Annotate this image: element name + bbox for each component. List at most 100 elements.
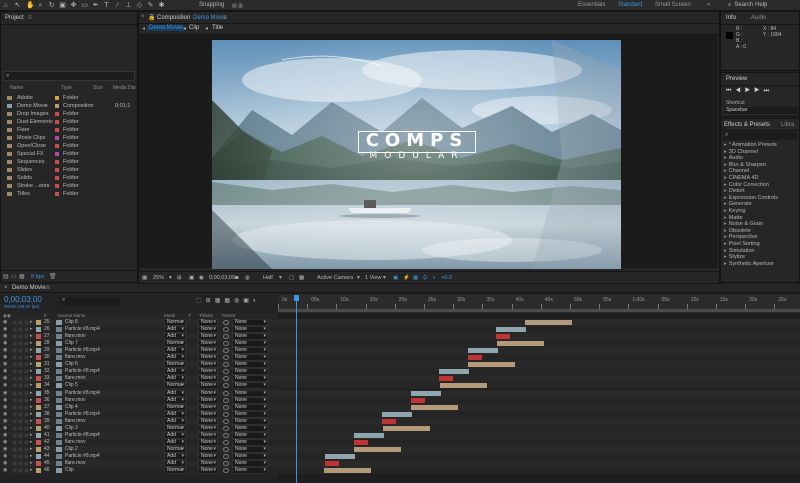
- parent-dropdown[interactable]: None: [232, 452, 268, 460]
- col-size[interactable]: Size: [93, 85, 103, 91]
- track-matte-dropdown[interactable]: None: [198, 326, 218, 334]
- puppet-tool-icon[interactable]: ✱: [158, 2, 165, 9]
- parent-pickwhip-icon[interactable]: [223, 334, 229, 340]
- label-color[interactable]: [36, 404, 41, 410]
- view-layout-dropdown[interactable]: 1 View: [365, 275, 381, 281]
- zoom-tool-icon[interactable]: ⌕: [37, 2, 44, 9]
- panel-menu-icon[interactable]: ≡: [223, 15, 227, 21]
- shortcut-dropdown[interactable]: Spacebar: [724, 107, 798, 114]
- parent-dropdown[interactable]: None: [232, 354, 268, 362]
- track-matte-dropdown[interactable]: None: [198, 467, 218, 475]
- label-color[interactable]: [36, 383, 41, 389]
- effect-category[interactable]: ▸ Simulation: [724, 248, 799, 254]
- mask-visibility-icon[interactable]: ▣: [189, 275, 194, 281]
- snapshot-icon[interactable]: ◉: [199, 275, 204, 281]
- audio-switch[interactable]: [12, 468, 17, 474]
- track-matte-dropdown[interactable]: None: [198, 403, 218, 411]
- layer-bar[interactable]: [325, 453, 355, 459]
- disclosure-triangle-icon[interactable]: ▸: [30, 347, 33, 354]
- panel-menu-icon[interactable]: ≡: [46, 285, 50, 291]
- effect-category[interactable]: ▸ Synthetic Aperture: [724, 261, 799, 267]
- parent-pickwhip-icon[interactable]: [223, 397, 229, 403]
- visibility-eye-icon[interactable]: ◉: [3, 376, 8, 381]
- always-preview-icon[interactable]: ▦: [142, 275, 147, 281]
- visibility-eye-icon[interactable]: ◉: [3, 468, 8, 473]
- zoom-dropdown[interactable]: 25%: [153, 275, 164, 281]
- pan-behind-tool-icon[interactable]: ✥: [70, 2, 77, 9]
- label-color[interactable]: [36, 327, 41, 333]
- toggle-pixel-aspect-icon[interactable]: ▣: [393, 275, 398, 281]
- blend-mode-dropdown[interactable]: Add: [164, 438, 186, 446]
- parent-dropdown[interactable]: None: [232, 417, 268, 425]
- audio-switch[interactable]: [12, 376, 17, 382]
- blend-mode-dropdown[interactable]: Norma: [164, 361, 186, 369]
- track-matte-dropdown[interactable]: None: [198, 452, 218, 460]
- effect-category[interactable]: ▸ Stylize: [724, 254, 799, 260]
- layer-row[interactable]: ◉▸30flare.movAddNoneNone: [0, 354, 800, 362]
- parent-dropdown[interactable]: None: [232, 319, 268, 326]
- camera-tool-icon[interactable]: ▣: [59, 2, 66, 9]
- visibility-eye-icon[interactable]: ◉: [3, 425, 8, 431]
- visibility-eye-icon[interactable]: ◉: [3, 362, 8, 367]
- layer-row[interactable]: ◉▸37Clip 4NormaNoneNone: [0, 403, 800, 411]
- eraser-tool-icon[interactable]: ◇: [136, 2, 143, 9]
- lock-switch[interactable]: [24, 397, 29, 403]
- parent-dropdown[interactable]: None: [232, 340, 268, 348]
- disclosure-triangle-icon[interactable]: ▸: [30, 418, 33, 425]
- visibility-eye-icon[interactable]: ◉: [3, 341, 8, 346]
- effect-category[interactable]: ▸ * Animation Presets: [724, 142, 799, 148]
- label-color[interactable]: [36, 369, 41, 375]
- fast-previews-icon[interactable]: ⚡: [403, 275, 410, 281]
- lock-switch[interactable]: [24, 425, 29, 431]
- parent-dropdown[interactable]: None: [232, 361, 268, 369]
- parent-dropdown[interactable]: None: [232, 438, 268, 446]
- visibility-eye-icon[interactable]: ◉: [3, 453, 8, 459]
- disclosure-triangle-icon[interactable]: ▸: [30, 340, 33, 347]
- visibility-eye-icon[interactable]: ◉: [3, 404, 8, 410]
- effect-category[interactable]: ▸ Expression Controls: [724, 195, 799, 201]
- parent-dropdown[interactable]: None: [232, 396, 268, 404]
- disclosure-triangle-icon[interactable]: ▸: [30, 333, 33, 340]
- label-color[interactable]: [36, 468, 41, 474]
- project-item[interactable]: Drop Images Folder: [3, 110, 135, 118]
- layer-row[interactable]: ◉▸41Particle #8.mp4AddNoneNone: [0, 431, 800, 439]
- playhead-handle[interactable]: [294, 295, 299, 301]
- lock-switch[interactable]: [24, 320, 29, 325]
- parent-dropdown[interactable]: None: [232, 382, 268, 390]
- parent-pickwhip-icon[interactable]: [223, 341, 229, 347]
- label-color[interactable]: [36, 334, 41, 340]
- track-matte-dropdown[interactable]: None: [198, 375, 218, 383]
- workspace-small-screen[interactable]: Small Screen: [655, 2, 691, 8]
- lock-switch[interactable]: [24, 327, 29, 333]
- layer-bar[interactable]: [439, 383, 487, 389]
- layer-row[interactable]: ◉▸32Particle #8.mp4AddNoneNone: [0, 368, 800, 376]
- audio-switch[interactable]: [12, 327, 17, 333]
- audio-switch[interactable]: [12, 362, 17, 368]
- breadcrumb-title[interactable]: Title: [212, 25, 223, 31]
- channels-icon[interactable]: ◍: [245, 275, 250, 281]
- parent-dropdown[interactable]: None: [232, 467, 268, 475]
- parent-pickwhip-icon[interactable]: [223, 390, 229, 396]
- lock-switch[interactable]: [24, 341, 29, 347]
- lock-switch[interactable]: [24, 390, 29, 396]
- solo-switch[interactable]: [18, 411, 23, 417]
- project-item[interactable]: Demo Movie Composition 0;01;1: [3, 102, 135, 110]
- lock-icon[interactable]: ◂: [142, 25, 145, 32]
- disclosure-triangle-icon[interactable]: ▸: [30, 397, 33, 404]
- layer-row[interactable]: ◉▸39flare.movAddNoneNone: [0, 417, 800, 425]
- project-item[interactable]: Sequences Folder: [3, 158, 135, 166]
- parent-pickwhip-icon[interactable]: [223, 320, 229, 325]
- layer-row[interactable]: ◉▸33flare.movAddNoneNone: [0, 375, 800, 383]
- effects-presets-tab[interactable]: Effects & Presets: [724, 122, 770, 128]
- workspace-essentials[interactable]: Essentials: [578, 2, 605, 8]
- layer-bar[interactable]: [525, 320, 572, 325]
- solo-switch[interactable]: [18, 327, 23, 333]
- timeline-timecode[interactable]: 0;00;03;00: [4, 295, 42, 304]
- parent-pickwhip-icon[interactable]: [223, 362, 229, 368]
- solo-switch[interactable]: [18, 383, 23, 389]
- layer-bar[interactable]: [411, 404, 458, 410]
- project-item[interactable]: Solids Folder: [3, 174, 135, 182]
- layer-bar[interactable]: [382, 411, 412, 417]
- project-item[interactable]: Open/Close Folder: [3, 142, 135, 150]
- track-matte-dropdown[interactable]: None: [198, 445, 218, 453]
